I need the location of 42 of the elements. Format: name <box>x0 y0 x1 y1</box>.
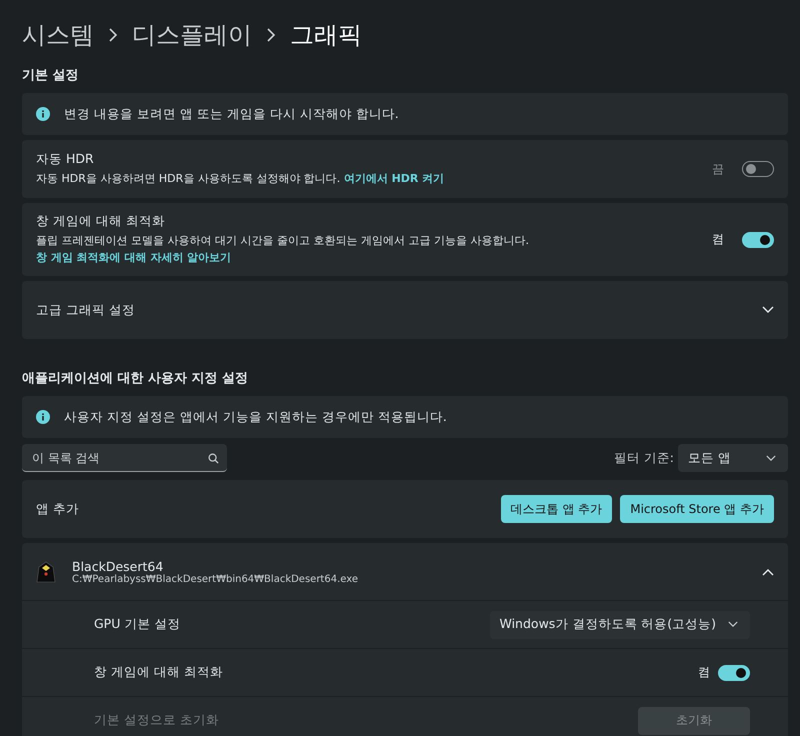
gpu-dropdown[interactable]: Windows가 결정하도록 허용(고성능) <box>490 610 750 638</box>
toggle-state-label: 켬 <box>698 664 710 681</box>
setting-description: 자동 HDR을 사용하려면 HDR을 사용하도록 설정해야 합니다. 여기에서 HDR 켜기 <box>36 170 446 187</box>
toggle-switch[interactable] <box>742 232 774 248</box>
add-app-button[interactable]: Microsoft Store 앱 추가 <box>620 495 774 523</box>
breadcrumb-item: 그래픽 <box>290 20 362 51</box>
app-name: BlackDesert64 <box>72 558 164 574</box>
info-icon <box>36 410 50 424</box>
search-icon <box>208 453 219 464</box>
setting-label: GPU 기본 설정 <box>94 616 180 633</box>
app-path: C:₩Pearlabyss₩BlackDesert₩bin64₩BlackDesert64.exe <box>72 574 359 584</box>
chevron-icon[interactable] <box>762 568 774 576</box>
expander-card[interactable]: 고급 그래픽 설정 <box>22 281 788 339</box>
info-icon <box>36 107 50 121</box>
chevron-right-icon <box>266 27 276 43</box>
chevron-right-icon <box>108 27 118 43</box>
app-logo-icon <box>36 560 56 582</box>
chevron-down-icon <box>766 454 776 462</box>
section-heading: 애플리케이션에 대한 사용자 지정 설정 <box>22 370 250 387</box>
setting-description: 플립 프레젠테이션 모델을 사용하여 대기 시간을 줄이고 호환되는 게임에서 고급 기능을 사용합니다. 창 게임 최적화에 대해 자세히 알아보기 <box>36 233 530 266</box>
info-text: 사용자 지정 설정은 앱에서 기능을 지원하는 경우에만 적용됩니다. <box>64 408 447 426</box>
toggle-state-label: 끔 <box>712 160 724 178</box>
section-heading: 기본 설정 <box>22 67 80 84</box>
link[interactable]: 여기에서 HDR 켜기 <box>344 172 444 185</box>
setting-label: 기본 설정으로 초기화 <box>94 712 219 729</box>
toggle-state-label: 켬 <box>712 231 724 248</box>
link[interactable]: 창 게임 최적화에 대해 자세히 알아보기 <box>36 250 232 264</box>
add-app-button[interactable]: 데스크톱 앱 추가 <box>500 495 612 523</box>
breadcrumb-item[interactable]: 시스템 <box>22 19 94 51</box>
filter-label: 필터 기준: <box>614 450 674 466</box>
toggle-switch[interactable] <box>742 161 774 177</box>
setting-label: 창 게임에 대해 최적화 <box>94 664 223 681</box>
filter-dropdown[interactable]: 모든 앱 <box>678 444 788 472</box>
chevron-down-icon <box>728 621 738 628</box>
toggle-switch[interactable] <box>718 664 750 680</box>
info-text: 변경 내용을 보려면 앱 또는 게임을 다시 시작해야 합니다. <box>64 106 399 122</box>
search-field[interactable]: 이 목록 검색 <box>22 444 227 472</box>
setting-title: 자동 HDR <box>36 150 95 168</box>
setting-title: 고급 그래픽 설정 <box>36 302 136 318</box>
breadcrumb-item[interactable]: 디스플레이 <box>132 19 252 51</box>
setting-title: 창 게임에 대해 최적화 <box>36 213 166 230</box>
add-app-label: 앱 추가 <box>36 500 80 518</box>
